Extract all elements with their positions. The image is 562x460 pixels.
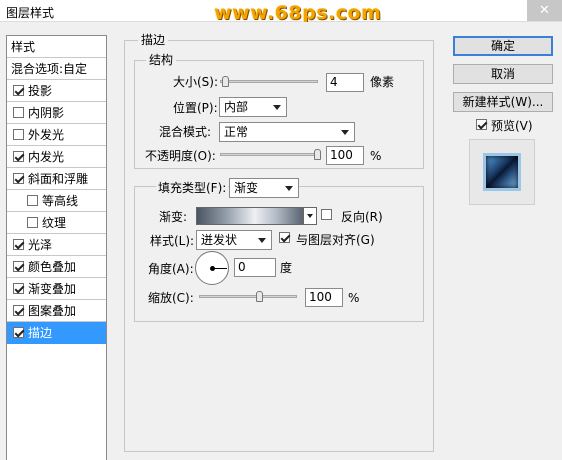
- chevron-down-icon: [273, 105, 281, 110]
- align-with-layer-label: 与图层对齐(G): [296, 233, 375, 247]
- style-item-label: 描边: [28, 326, 53, 340]
- fill-type-select-value: 渐变: [234, 181, 259, 195]
- scale-label: 缩放(C):: [148, 291, 194, 305]
- size-slider-thumb[interactable]: [222, 76, 229, 87]
- style-item[interactable]: 颜色叠加: [7, 256, 106, 278]
- angle-unit: 度: [280, 261, 293, 275]
- scale-input[interactable]: 100: [305, 288, 343, 307]
- ok-button[interactable]: 确定: [453, 36, 553, 56]
- fill-type-select[interactable]: 渐变: [229, 178, 299, 198]
- style-item-checkbox[interactable]: [13, 261, 24, 272]
- window-title: 图层样式: [6, 6, 55, 20]
- layer-style-dialog: 样式 混合选项:自定 投影 内阴影 外发光 内发光 斜面和浮雕 等高线 纹理 光泽 颜色叠加 渐变…: [0, 22, 562, 460]
- style-item[interactable]: 内发光: [7, 146, 106, 168]
- position-select-value: 内部: [224, 100, 249, 114]
- opacity-slider-track[interactable]: [220, 153, 318, 156]
- style-item-checkbox[interactable]: [13, 327, 24, 338]
- size-slider-track[interactable]: [220, 80, 318, 83]
- gradient-label: 渐变:: [159, 210, 188, 224]
- style-item[interactable]: 纹理: [7, 212, 106, 234]
- opacity-unit: %: [370, 149, 382, 163]
- scale-slider-track[interactable]: [199, 295, 297, 298]
- position-label: 位置(P):: [173, 101, 218, 115]
- style-item-checkbox[interactable]: [13, 107, 24, 118]
- watermark: www.68ps.com: [214, 2, 382, 24]
- align-with-layer-checkbox[interactable]: [279, 232, 290, 243]
- reverse-checkbox[interactable]: [321, 209, 332, 220]
- style-item-checkbox[interactable]: [13, 151, 24, 162]
- style-item-checkbox[interactable]: [13, 85, 24, 96]
- opacity-label: 不透明度(O):: [145, 149, 216, 163]
- style-item-label: 内阴影: [28, 106, 65, 120]
- style-item-checkbox[interactable]: [13, 305, 24, 316]
- style-item-label: 投影: [28, 84, 53, 98]
- angle-dial[interactable]: [195, 251, 229, 285]
- title-bar: 图层样式 www.68ps.com ✕: [0, 0, 562, 24]
- preview-swatch: [483, 153, 521, 191]
- fill-type-label: 填充类型(F):: [156, 179, 229, 197]
- style-item-label: 纹理: [42, 216, 67, 230]
- preview-label: 预览(V): [491, 119, 533, 133]
- style-item-label: 颜色叠加: [28, 260, 77, 274]
- style-item[interactable]: 等高线: [7, 190, 106, 212]
- style-item-label: 图案叠加: [28, 304, 77, 318]
- style-item-checkbox[interactable]: [13, 173, 24, 184]
- style-preview-thumbnail: [469, 139, 535, 205]
- style-item[interactable]: 图案叠加: [7, 300, 106, 322]
- style-item-label: 等高线: [42, 194, 79, 208]
- blend-mode-select-value: 正常: [224, 125, 249, 139]
- style-item[interactable]: 光泽: [7, 234, 106, 256]
- new-style-button[interactable]: 新建样式(W)...: [453, 92, 553, 112]
- style-item[interactable]: 斜面和浮雕: [7, 168, 106, 190]
- style-item-checkbox[interactable]: [13, 283, 24, 294]
- position-select[interactable]: 内部: [219, 97, 287, 117]
- size-label: 大小(S):: [173, 75, 219, 89]
- style-item-label: 斜面和浮雕: [28, 172, 89, 186]
- structure-group-title: 结构: [146, 53, 177, 67]
- blend-mode-label: 混合模式:: [159, 125, 212, 139]
- style-item-label: 外发光: [28, 128, 65, 142]
- size-unit: 像素: [370, 75, 395, 89]
- stroke-group-title: 描边: [138, 33, 169, 47]
- style-select-value: 迸发状: [201, 233, 238, 247]
- style-item[interactable]: 外发光: [7, 124, 106, 146]
- chevron-down-icon: [258, 238, 266, 243]
- angle-dial-needle: [212, 268, 227, 269]
- opacity-input[interactable]: 100: [326, 146, 364, 165]
- size-input[interactable]: 4: [326, 73, 364, 92]
- style-item[interactable]: 投影: [7, 80, 106, 102]
- style-item-label: 光泽: [28, 238, 53, 252]
- style-item-checkbox[interactable]: [13, 129, 24, 140]
- chevron-down-icon: [307, 214, 313, 218]
- style-item-label: 内发光: [28, 150, 65, 164]
- angle-input[interactable]: 0: [234, 258, 276, 277]
- style-item-label: 渐变叠加: [28, 282, 77, 296]
- gradient-preview[interactable]: [196, 207, 303, 225]
- styles-list: 样式 混合选项:自定 投影内阴影外发光内发光斜面和浮雕等高线纹理光泽颜色叠加渐变…: [6, 35, 107, 460]
- chevron-down-icon: [285, 186, 293, 191]
- chevron-down-icon: [341, 130, 349, 135]
- style-item[interactable]: 渐变叠加: [7, 278, 106, 300]
- cancel-button[interactable]: 取消: [453, 64, 553, 84]
- blend-mode-select[interactable]: 正常: [219, 122, 355, 142]
- gradient-dropdown[interactable]: [303, 207, 317, 225]
- blending-options-item[interactable]: 混合选项:自定: [7, 58, 106, 80]
- scale-slider-thumb[interactable]: [256, 291, 263, 302]
- angle-label: 角度(A):: [148, 262, 194, 276]
- reverse-label: 反向(R): [341, 210, 383, 224]
- close-button[interactable]: ✕: [527, 0, 562, 21]
- style-select[interactable]: 迸发状: [196, 230, 272, 250]
- styles-header[interactable]: 样式: [7, 36, 106, 58]
- style-item[interactable]: 内阴影: [7, 102, 106, 124]
- preview-checkbox[interactable]: [476, 119, 487, 130]
- style-item-checkbox[interactable]: [13, 239, 24, 250]
- style-item[interactable]: 描边: [7, 322, 106, 344]
- style-item-checkbox[interactable]: [27, 217, 38, 228]
- opacity-slider-thumb[interactable]: [314, 149, 321, 160]
- style-item-checkbox[interactable]: [27, 195, 38, 206]
- scale-unit: %: [348, 291, 360, 305]
- style-label: 样式(L):: [150, 234, 195, 248]
